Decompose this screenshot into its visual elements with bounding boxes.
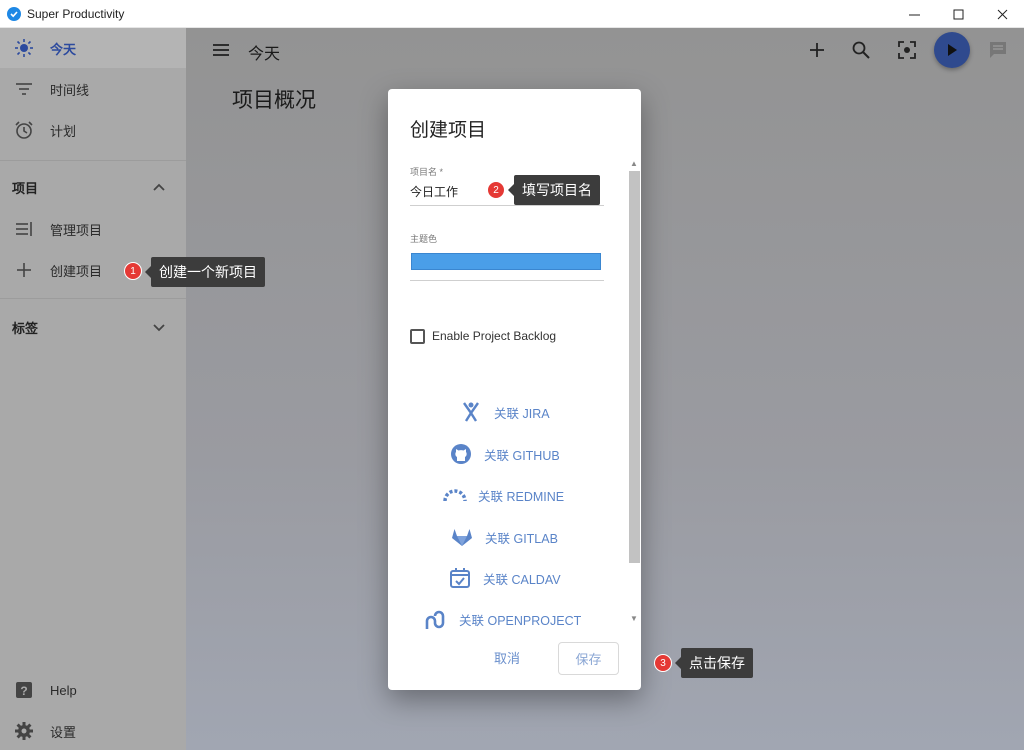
sidebar-item-today[interactable]: 今天 — [0, 28, 186, 68]
section-label: 项目 — [12, 180, 39, 196]
chevron-up-icon — [153, 183, 165, 191]
sidebar-item-manage-projects[interactable]: 管理项目 — [0, 209, 186, 249]
help-icon: ? — [14, 680, 34, 700]
enable-backlog-label: Enable Project Backlog — [432, 329, 557, 343]
sidebar-item-label: 管理项目 — [50, 222, 103, 238]
annotation-tooltip-2: 填写项目名 — [508, 175, 600, 205]
menu-icon[interactable] — [210, 39, 232, 61]
project-name-input[interactable]: 今日工作 — [410, 183, 458, 200]
theme-color-underline — [410, 280, 604, 281]
focus-mode-icon[interactable] — [896, 39, 918, 61]
project-name-label: 项目名 * — [410, 167, 444, 177]
dialog-title: 创建项目 — [410, 120, 487, 141]
page-heading: 项目概况 — [232, 89, 316, 112]
link-caldav-button[interactable]: 关联 CALDAV — [447, 565, 561, 591]
link-caldav-label: 关联 CALDAV — [483, 572, 561, 587]
github-icon — [448, 441, 474, 467]
link-jira-button[interactable]: 关联 JIRA — [458, 399, 550, 425]
link-gitlab-label: 关联 GITLAB — [485, 531, 558, 546]
redmine-icon — [442, 482, 468, 508]
link-github-label: 关联 GITHUB — [484, 448, 560, 463]
theme-color-label: 主题色 — [410, 234, 438, 244]
sidebar-section-tags[interactable]: 标签 — [0, 309, 186, 345]
notes-icon[interactable] — [987, 39, 1009, 61]
calendar-check-icon — [447, 565, 473, 591]
sidebar-item-settings[interactable]: 设置 — [0, 711, 186, 750]
link-jira-label: 关联 JIRA — [494, 406, 550, 421]
window-titlebar: Super Productivity — [0, 0, 1024, 28]
gitlab-icon — [449, 524, 475, 550]
list-settings-icon — [14, 219, 34, 239]
header-title: 今天 — [248, 46, 281, 63]
sidebar-item-help[interactable]: ? Help — [0, 670, 186, 710]
search-icon[interactable] — [850, 39, 872, 61]
alarm-icon — [14, 120, 34, 140]
sidebar-divider — [0, 160, 186, 161]
scroll-down-arrow[interactable]: ▼ — [629, 614, 639, 624]
sidebar-item-label: 时间线 — [50, 82, 90, 98]
openproject-icon — [423, 606, 449, 632]
sidebar-item-label: 创建项目 — [50, 263, 103, 279]
sun-icon — [14, 38, 34, 58]
svg-text:?: ? — [20, 684, 27, 698]
window-title: Super Productivity — [27, 6, 125, 21]
sidebar-item-label: Help — [50, 682, 77, 698]
link-gitlab-button[interactable]: 关联 GITLAB — [449, 524, 558, 550]
dialog-scrollbar-thumb[interactable] — [629, 171, 640, 563]
sidebar: 今天 时间线 计划 项目 管理项目 创建项目 标签 ? Help 设置 — [0, 28, 186, 750]
maximize-button[interactable] — [936, 0, 980, 28]
sidebar-item-label: 今天 — [50, 41, 77, 57]
sidebar-divider — [0, 298, 186, 299]
save-button[interactable]: 保存 — [558, 642, 619, 675]
minimize-button[interactable] — [892, 0, 936, 28]
annotation-tooltip-3: 点击保存 — [675, 648, 753, 678]
link-redmine-button[interactable]: 关联 REDMINE — [442, 482, 564, 508]
link-redmine-label: 关联 REDMINE — [478, 489, 565, 504]
link-openproject-button[interactable]: 关联 OPENPROJECT — [423, 606, 581, 632]
theme-color-picker[interactable] — [411, 253, 601, 270]
sidebar-item-timeline[interactable]: 时间线 — [0, 69, 186, 109]
scroll-up-arrow[interactable]: ▲ — [629, 159, 639, 169]
sidebar-item-plan[interactable]: 计划 — [0, 110, 186, 150]
close-window-button[interactable] — [980, 0, 1024, 28]
filter-lines-icon — [14, 79, 34, 99]
annotation-badge-2: 2 — [487, 181, 505, 199]
play-icon — [948, 44, 957, 56]
annotation-badge-1: 1 — [124, 262, 142, 280]
gear-icon — [14, 721, 34, 741]
section-label: 标签 — [12, 320, 39, 336]
app-logo-icon — [7, 6, 21, 21]
annotation-tooltip-1: 创建一个新项目 — [145, 257, 265, 287]
sidebar-item-label: 设置 — [50, 724, 77, 740]
cancel-button[interactable]: 取消 — [494, 648, 520, 667]
play-button[interactable] — [934, 32, 970, 68]
jira-icon — [458, 399, 484, 425]
link-openproject-label: 关联 OPENPROJECT — [459, 613, 582, 628]
annotation-badge-3: 3 — [654, 654, 672, 672]
add-task-icon[interactable] — [806, 39, 828, 61]
sidebar-item-label: 计划 — [50, 123, 77, 139]
sidebar-section-projects[interactable]: 项目 — [0, 169, 186, 205]
enable-backlog-checkbox[interactable] — [410, 329, 425, 344]
project-name-underline — [410, 205, 604, 206]
link-github-button[interactable]: 关联 GITHUB — [448, 441, 560, 467]
plus-icon — [14, 260, 34, 280]
chevron-down-icon — [153, 324, 165, 332]
